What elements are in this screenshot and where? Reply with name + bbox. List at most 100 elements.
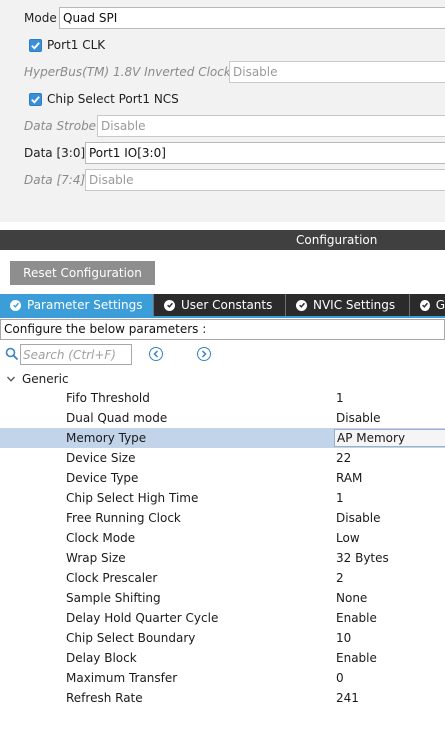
param-name: Clock Prescaler [66, 571, 158, 585]
chip-select-row[interactable]: Chip Select Port1 NCS [29, 89, 179, 109]
group-label: Generic [22, 372, 69, 386]
check-circle-icon [420, 299, 430, 311]
tab-parameter-settings[interactable]: Parameter Settings [0, 294, 154, 316]
chevron-right-icon [201, 350, 207, 358]
generic-group[interactable]: Generic [6, 370, 69, 388]
data-7-4-select: Disable [85, 169, 445, 191]
tab-label: User Constants [181, 298, 273, 312]
param-name: Clock Mode [66, 531, 136, 545]
param-value[interactable]: Disable [336, 408, 381, 428]
search-icon[interactable] [5, 347, 19, 361]
hyperbus-select: Disable [229, 61, 445, 83]
configuration-header: Configuration [0, 230, 445, 250]
param-row-wrap-size[interactable]: Wrap Size 32 Bytes [0, 548, 445, 568]
param-row-maximum-transfer[interactable]: Maximum Transfer 0 [0, 668, 445, 688]
tab-label: Parameter Settings [27, 298, 143, 312]
param-name: Sample Shifting [66, 591, 161, 605]
param-value[interactable]: Enable [336, 648, 377, 668]
data-strobe-row: Data Strobe [0, 114, 96, 138]
search-input[interactable] [20, 344, 132, 365]
chip-select-checkbox[interactable] [29, 92, 42, 106]
data-3-0-label: Data [3:0] [24, 146, 86, 160]
param-value[interactable]: 2 [336, 568, 344, 588]
param-row-delay-block[interactable]: Delay Block Enable [0, 648, 445, 668]
param-row-chip-select-high-time[interactable]: Chip Select High Time 1 [0, 488, 445, 508]
checkmark-icon [31, 41, 40, 50]
param-row-free-running-clock[interactable]: Free Running Clock Disable [0, 508, 445, 528]
tab-user-constants[interactable]: User Constants [154, 294, 286, 316]
param-row-sample-shifting[interactable]: Sample Shifting None [0, 588, 445, 608]
param-row-device-type[interactable]: Device Type RAM [0, 468, 445, 488]
param-name: Chip Select High Time [66, 491, 199, 505]
tabs-underline [0, 316, 445, 318]
data-7-4-label: Data [7:4] [24, 173, 86, 187]
param-value[interactable]: Enable [336, 608, 377, 628]
data-3-0-row: Data [3:0] [0, 141, 85, 165]
param-name: Free Running Clock [66, 511, 181, 525]
port1-clk-label: Port1 CLK [47, 38, 106, 52]
port1-clk-checkbox[interactable] [29, 38, 42, 52]
hyperbus-row: HyperBus(TM) 1.8V Inverted Clock [0, 60, 231, 84]
data-strobe-select: Disable [97, 115, 445, 137]
config-tabs: Parameter Settings User Constants NVIC S… [0, 294, 445, 316]
mode-select[interactable]: Quad SPI [59, 7, 445, 29]
checkmark-icon [31, 95, 40, 104]
reset-configuration-button[interactable]: Reset Configuration [10, 261, 155, 285]
param-value[interactable]: None [336, 588, 367, 608]
param-row-memory-type[interactable]: Memory Type AP Memory [0, 428, 445, 448]
check-circle-icon [296, 299, 307, 311]
mode-label: Mode [24, 11, 57, 25]
tab-label: G [435, 298, 445, 312]
param-value[interactable]: 1 [336, 388, 344, 408]
param-row-fifo-threshold[interactable]: Fifo Threshold 1 [0, 388, 445, 408]
search-next-button[interactable] [197, 347, 211, 361]
param-name: Device Type [66, 471, 139, 485]
param-row-clock-prescaler[interactable]: Clock Prescaler 2 [0, 568, 445, 588]
check-circle-icon [164, 299, 175, 311]
param-name: Fifo Threshold [66, 391, 150, 405]
data-7-4-row: Data [7:4] [0, 168, 85, 192]
chevron-down-icon[interactable] [6, 374, 16, 384]
param-row-delay-hold-quarter-cycle[interactable]: Delay Hold Quarter Cycle Enable [0, 608, 445, 628]
param-row-clock-mode[interactable]: Clock Mode Low [0, 528, 445, 548]
param-row-chip-select-boundary[interactable]: Chip Select Boundary 10 [0, 628, 445, 648]
param-value[interactable]: Disable [336, 508, 381, 528]
param-value[interactable]: Low [336, 528, 360, 548]
configure-instructions: Configure the below parameters : [0, 319, 445, 340]
param-value[interactable]: 0 [336, 668, 344, 688]
chevron-left-icon [153, 350, 159, 358]
search-previous-button[interactable] [149, 347, 163, 361]
param-value[interactable]: 22 [336, 448, 351, 468]
mode-row: Mode [0, 6, 57, 30]
mode-panel: Mode Quad SPI Port1 CLK HyperBus(TM) 1.8… [0, 0, 445, 222]
param-name: Refresh Rate [66, 691, 143, 705]
param-value[interactable]: 32 Bytes [336, 548, 389, 568]
param-row-refresh-rate[interactable]: Refresh Rate 241 [0, 688, 445, 708]
param-row-dual-quad-mode[interactable]: Dual Quad mode Disable [0, 408, 445, 428]
param-name: Dual Quad mode [66, 411, 168, 425]
tab-nvic-settings[interactable]: NVIC Settings [286, 294, 410, 316]
param-row-device-size[interactable]: Device Size 22 [0, 448, 445, 468]
param-value[interactable]: 10 [336, 628, 351, 648]
port1-clk-row[interactable]: Port1 CLK [29, 35, 105, 55]
param-value[interactable]: 1 [336, 488, 344, 508]
hyperbus-label: HyperBus(TM) 1.8V Inverted Clock [24, 65, 231, 79]
param-name: Device Size [66, 451, 136, 465]
param-value[interactable]: 241 [336, 688, 359, 708]
parameter-list: Fifo Threshold 1 Dual Quad mode Disable … [0, 388, 445, 708]
param-name: Chip Select Boundary [66, 631, 196, 645]
param-name: Wrap Size [66, 551, 126, 565]
param-name: Maximum Transfer [66, 671, 178, 685]
configuration-title: Configuration [296, 233, 378, 247]
param-name: Delay Hold Quarter Cycle [66, 611, 219, 625]
tab-gpio-settings[interactable]: G [410, 294, 445, 316]
check-circle-icon [10, 299, 21, 311]
memory-type-select[interactable]: AP Memory [334, 429, 445, 447]
tab-label: NVIC Settings [313, 298, 396, 312]
data-3-0-select[interactable]: Port1 IO[3:0] [85, 142, 445, 164]
configuration-header-bg [0, 230, 445, 250]
param-value[interactable]: RAM [336, 468, 362, 488]
chip-select-label: Chip Select Port1 NCS [47, 92, 179, 106]
param-name: Delay Block [66, 651, 137, 665]
data-strobe-label: Data Strobe [24, 119, 97, 133]
